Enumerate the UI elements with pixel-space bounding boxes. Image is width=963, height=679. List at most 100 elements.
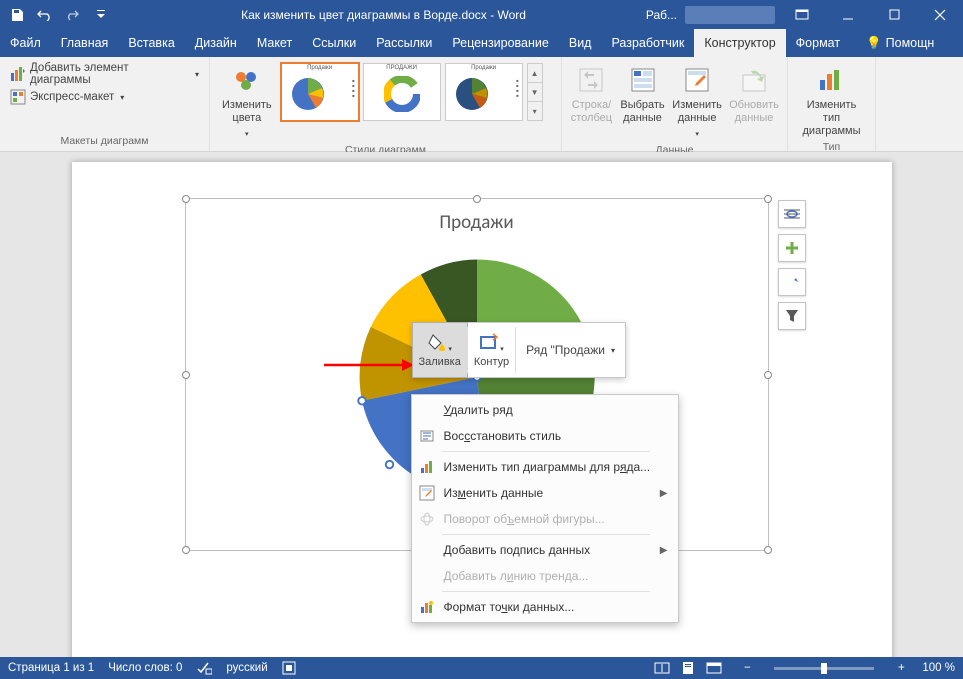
group-chart-styles: Изменить цвета ▾ Продажи ■■■■ ПРОДАЖИ Пр…: [210, 57, 562, 151]
chart-side-buttons: [778, 200, 806, 330]
lightbulb-icon: 💡: [866, 36, 882, 51]
ribbon-options-button[interactable]: [779, 0, 825, 29]
blank-icon: [418, 401, 436, 419]
read-mode-button[interactable]: [650, 659, 674, 677]
language-indicator[interactable]: русский: [226, 662, 267, 674]
zoom-out-button[interactable]: −: [740, 662, 754, 674]
document-area[interactable]: Продажи Кв: [0, 152, 963, 657]
annotation-arrow: [324, 358, 414, 372]
minimize-button[interactable]: [825, 0, 871, 29]
resize-handle-tr[interactable]: [764, 195, 772, 203]
tab-developer[interactable]: Разработчик: [601, 29, 694, 57]
dropdown-arrow-icon: ▾: [195, 70, 199, 79]
ctx-change-chart-type[interactable]: Изменить тип диаграммы для ряда...: [412, 454, 678, 480]
ctx-add-trendline: Добавить линию тренда...: [412, 563, 678, 589]
resize-handle-tm[interactable]: [473, 195, 481, 203]
format-data-point-icon: [418, 598, 436, 616]
chart-title[interactable]: Продажи: [186, 199, 768, 234]
close-button[interactable]: [917, 0, 963, 29]
submenu-arrow-icon: ▶: [660, 488, 668, 499]
maximize-button[interactable]: [871, 0, 917, 29]
tab-format[interactable]: Формат: [786, 29, 850, 57]
zoom-in-button[interactable]: +: [894, 662, 908, 674]
qat-customize-button[interactable]: [88, 3, 114, 27]
document-title: Как изменить цвет диаграммы в Ворде.docx…: [118, 8, 609, 22]
ctx-delete-series[interactable]: Удалить ряд: [412, 397, 678, 423]
tab-home[interactable]: Главная: [51, 29, 119, 57]
chart-filters-button[interactable]: [778, 302, 806, 330]
group-label-layouts: Макеты диаграмм: [6, 135, 203, 149]
status-bar: Страница 1 из 1 Число слов: 0 русский − …: [0, 657, 963, 679]
quick-layout-icon: [10, 89, 26, 105]
chart-style-3[interactable]: Продажи ■■■■: [445, 63, 523, 121]
rotate-3d-icon: [418, 510, 436, 528]
ctx-edit-data[interactable]: Изменить данные ▶: [412, 480, 678, 506]
dropdown-arrow-icon: ▾: [611, 346, 615, 355]
fill-icon: ▾: [427, 333, 452, 354]
switch-row-column-button: Строка/ столбец: [568, 61, 615, 128]
group-data: Строка/ столбец Выбрать данные Изменить …: [562, 57, 788, 151]
tab-layout[interactable]: Макет: [247, 29, 302, 57]
gallery-up-button[interactable]: ▲: [528, 64, 542, 83]
chart-styles-button[interactable]: [778, 268, 806, 296]
web-layout-button[interactable]: [702, 659, 726, 677]
group-chart-layouts: Добавить элемент диаграммы▾ Экспресс-мак…: [0, 57, 210, 151]
ctx-3d-rotation: Поворот объемной фигуры...: [412, 506, 678, 532]
dropdown-arrow-icon: ▾: [695, 128, 699, 141]
resize-handle-bl[interactable]: [182, 546, 190, 554]
ctx-format-data-point[interactable]: Формат точки данных...: [412, 594, 678, 620]
ribbon-tabs: Файл Главная Вставка Дизайн Макет Ссылки…: [0, 29, 963, 57]
account-area[interactable]: Раб...: [609, 6, 779, 24]
separator: [442, 534, 650, 535]
zoom-slider[interactable]: [774, 667, 874, 670]
reset-style-icon: [418, 427, 436, 445]
edit-data-button[interactable]: Изменить данные▾: [670, 61, 724, 144]
outline-button[interactable]: ▾ Контур: [468, 323, 515, 377]
dropdown-arrow-icon: ▾: [245, 128, 249, 141]
quick-layout-button[interactable]: Экспресс-макет▾: [6, 86, 203, 108]
resize-handle-br[interactable]: [764, 546, 772, 554]
chart-elements-button[interactable]: [778, 234, 806, 262]
ctx-add-data-labels[interactable]: Добавить подпись данных ▶: [412, 537, 678, 563]
tab-insert[interactable]: Вставка: [118, 29, 184, 57]
resize-handle-tl[interactable]: [182, 195, 190, 203]
chart-style-2[interactable]: ПРОДАЖИ: [363, 63, 441, 121]
zoom-level[interactable]: 100 %: [922, 662, 955, 674]
tab-chart-design[interactable]: Конструктор: [694, 29, 785, 57]
tab-design[interactable]: Дизайн: [185, 29, 247, 57]
mini-toolbar: ▾ Заливка ▾ Контур Ряд "Продажи▾: [412, 322, 626, 378]
tab-mailings[interactable]: Рассылки: [366, 29, 442, 57]
blank-icon: [418, 541, 436, 559]
macro-recording-button[interactable]: [282, 661, 296, 675]
tab-review[interactable]: Рецензирование: [442, 29, 559, 57]
blank-icon: [418, 567, 436, 585]
tab-file[interactable]: Файл: [0, 29, 51, 57]
print-layout-button[interactable]: [676, 659, 700, 677]
undo-button[interactable]: [32, 3, 58, 27]
series-selector[interactable]: Ряд "Продажи▾: [516, 323, 625, 377]
tab-view[interactable]: Вид: [559, 29, 602, 57]
resize-handle-rm[interactable]: [764, 371, 772, 379]
gallery-more-button[interactable]: ▾: [528, 102, 542, 120]
fill-button[interactable]: ▾ Заливка: [412, 322, 468, 378]
thumb-legend: ■■■■: [516, 78, 518, 98]
change-chart-type-button[interactable]: Изменить тип диаграммы: [794, 61, 869, 141]
tab-references[interactable]: Ссылки: [302, 29, 366, 57]
redo-button[interactable]: [60, 3, 86, 27]
page-indicator[interactable]: Страница 1 из 1: [8, 662, 94, 674]
submenu-arrow-icon: ▶: [660, 545, 668, 556]
chart-style-1[interactable]: Продажи ■■■■: [281, 63, 359, 121]
gallery-down-button[interactable]: ▼: [528, 83, 542, 102]
layout-options-button[interactable]: [778, 200, 806, 228]
context-menu: Удалить ряд Воссстановить стиль Изменить…: [411, 394, 679, 623]
select-data-button[interactable]: Выбрать данные: [618, 61, 667, 128]
resize-handle-lm[interactable]: [182, 371, 190, 379]
ctx-reset-style[interactable]: Воссстановить стиль: [412, 423, 678, 449]
account-label: Раб...: [646, 8, 677, 22]
save-button[interactable]: [4, 3, 30, 27]
tab-help[interactable]: 💡Помощн: [856, 29, 944, 57]
change-colors-button[interactable]: Изменить цвета ▾: [216, 61, 278, 144]
add-chart-element-button[interactable]: Добавить элемент диаграммы▾: [6, 63, 203, 85]
spellcheck-button[interactable]: [196, 661, 212, 675]
word-count[interactable]: Число слов: 0: [108, 662, 182, 674]
